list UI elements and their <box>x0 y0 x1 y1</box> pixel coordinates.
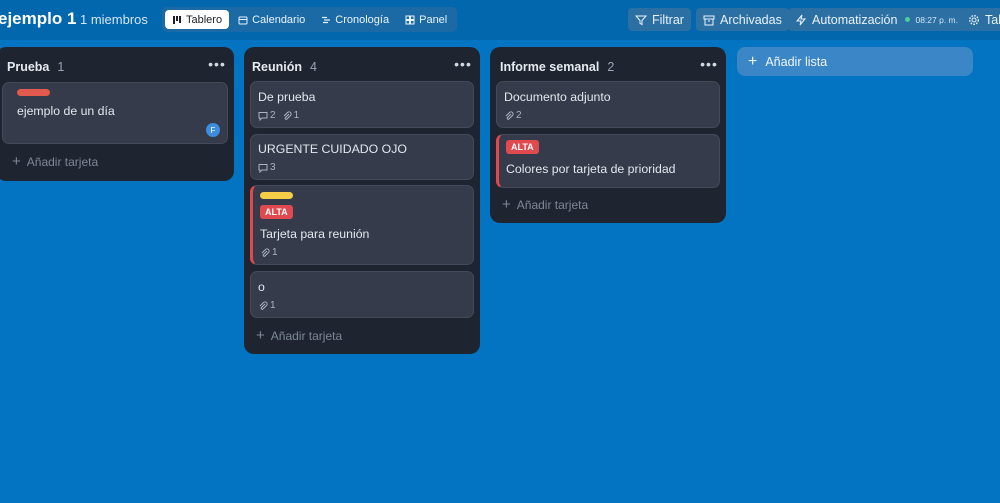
automation-label: Automatización <box>812 12 898 27</box>
comments-count: 3 <box>270 162 276 173</box>
list-header: Informe semanal 2 ••• <box>500 56 718 76</box>
card[interactable]: o 1 <box>250 271 474 318</box>
attachments-badge: 1 <box>258 300 276 311</box>
card-badges: 1 <box>258 300 276 311</box>
card[interactable]: De prueba 2 1 <box>250 81 474 128</box>
card[interactable]: URGENTE CUIDADO OJO 3 <box>250 134 474 180</box>
priority-badge: ALTA <box>506 140 539 154</box>
status-dot <box>905 17 911 22</box>
automation-button[interactable]: Automatización 08:27 p. m. <box>788 8 965 31</box>
attachments-count: 1 <box>270 300 276 311</box>
card-title: URGENTE CUIDADO OJO <box>258 142 407 156</box>
attachments-badge: 1 <box>260 247 278 258</box>
tab-label: Tablero <box>186 13 223 26</box>
card-title: Documento adjunto <box>504 90 611 104</box>
add-card-button[interactable]: + Añadir tarjeta <box>12 153 99 170</box>
board-header: ejemplo 1 1 miembros Tablero Calendario … <box>0 0 1000 40</box>
view-switcher: Tablero Calendario Cronología Panel <box>162 7 458 32</box>
add-list-button[interactable]: + Añadir lista <box>737 47 973 76</box>
comments-badge: 3 <box>258 162 276 173</box>
card[interactable]: ALTA Colores por tarjeta de prioridad <box>496 134 720 188</box>
filter-label: Filtrar <box>652 12 684 27</box>
card-label-yellow <box>260 192 293 199</box>
plus-icon: + <box>502 196 511 213</box>
tab-cronologia[interactable]: Cronología <box>314 10 396 29</box>
tab-calendario[interactable]: Calendario <box>231 10 312 29</box>
card[interactable]: ALTA Tarjeta para reunión 1 <box>250 185 474 265</box>
comments-badge: 2 <box>258 110 276 121</box>
list-title[interactable]: Informe semanal <box>500 60 599 74</box>
add-list-label: Añadir lista <box>765 54 828 69</box>
attachments-count: 2 <box>516 110 522 121</box>
list-title[interactable]: Prueba <box>7 60 49 74</box>
card-badges: 3 <box>258 162 276 173</box>
priority-badge: ALTA <box>260 205 293 219</box>
timeline-icon <box>322 16 331 23</box>
dashboard-icon <box>405 15 415 24</box>
card-label-red <box>17 89 50 96</box>
card-title: ejemplo de un día <box>17 104 115 118</box>
gear-icon <box>968 14 980 25</box>
card-badges: 2 1 <box>258 110 299 121</box>
card-title: Tarjeta para reunión <box>260 227 370 241</box>
tab-label: Panel <box>419 13 448 26</box>
list-count: 2 <box>607 60 615 74</box>
list-title[interactable]: Reunión <box>252 60 302 74</box>
list-count: 4 <box>310 60 317 74</box>
plus-icon: + <box>748 52 758 70</box>
add-card-button[interactable]: + Añadir tarjeta <box>256 327 343 344</box>
comment-icon <box>258 111 268 121</box>
attachments-badge: 2 <box>504 110 522 121</box>
automation-time: 08:27 p. m. <box>915 14 958 25</box>
card-badges: 2 <box>504 110 522 121</box>
plus-icon: + <box>256 327 265 344</box>
archived-label: Archivadas <box>720 12 782 27</box>
comment-icon <box>258 163 268 173</box>
paperclip-icon <box>283 110 292 120</box>
card-title: o <box>258 280 265 294</box>
card[interactable]: Documento adjunto 2 <box>496 81 720 128</box>
more-options-icon[interactable]: ••• <box>208 56 226 72</box>
archived-button[interactable]: Archivadas <box>696 8 789 31</box>
add-card-button[interactable]: + Añadir tarjeta <box>502 196 589 213</box>
board-icon <box>173 15 181 24</box>
settings-label: Tab <box>985 12 1000 27</box>
attachments-badge: 1 <box>282 110 300 121</box>
calendar-icon <box>238 16 248 24</box>
list-prueba: Prueba 1 ••• ejemplo de un día F + Añadi… <box>0 47 234 181</box>
attachments-count: 1 <box>293 110 300 121</box>
avatar[interactable]: F <box>206 123 220 137</box>
list-informe-semanal: Informe semanal 2 ••• Documento adjunto … <box>490 47 726 223</box>
settings-button[interactable]: Tab <box>961 8 1000 31</box>
comments-count: 2 <box>270 110 276 121</box>
board-title[interactable]: ejemplo 1 <box>0 9 76 29</box>
add-card-label: Añadir tarjeta <box>270 329 343 343</box>
plus-icon: + <box>12 153 21 170</box>
list-count: 1 <box>57 60 65 74</box>
add-card-label: Añadir tarjeta <box>516 198 589 212</box>
card-badges: 1 <box>260 247 278 258</box>
tab-tablero[interactable]: Tablero <box>165 10 230 29</box>
paperclip-icon <box>261 247 270 257</box>
tab-label: Calendario <box>252 13 306 26</box>
paperclip-icon <box>505 110 514 120</box>
filter-icon <box>635 15 647 25</box>
more-options-icon[interactable]: ••• <box>700 56 718 72</box>
list-header: Reunión 4 ••• <box>252 56 472 76</box>
filter-button[interactable]: Filtrar <box>628 8 691 31</box>
card-title: De prueba <box>258 90 316 104</box>
list-header: Prueba 1 ••• <box>7 56 226 76</box>
add-card-label: Añadir tarjeta <box>26 155 99 169</box>
tab-panel[interactable]: Panel <box>398 10 454 29</box>
card[interactable]: ejemplo de un día F <box>2 82 228 144</box>
lightning-icon <box>795 14 807 25</box>
members-count[interactable]: 1 miembros <box>80 12 148 27</box>
tab-label: Cronología <box>335 13 390 26</box>
archive-icon <box>703 15 715 25</box>
card-title: Colores por tarjeta de prioridad <box>506 162 676 176</box>
paperclip-icon <box>259 300 268 310</box>
attachments-count: 1 <box>272 247 278 258</box>
list-reunion: Reunión 4 ••• De prueba 2 1 URGENTE CUID… <box>244 47 480 354</box>
more-options-icon[interactable]: ••• <box>454 56 472 72</box>
